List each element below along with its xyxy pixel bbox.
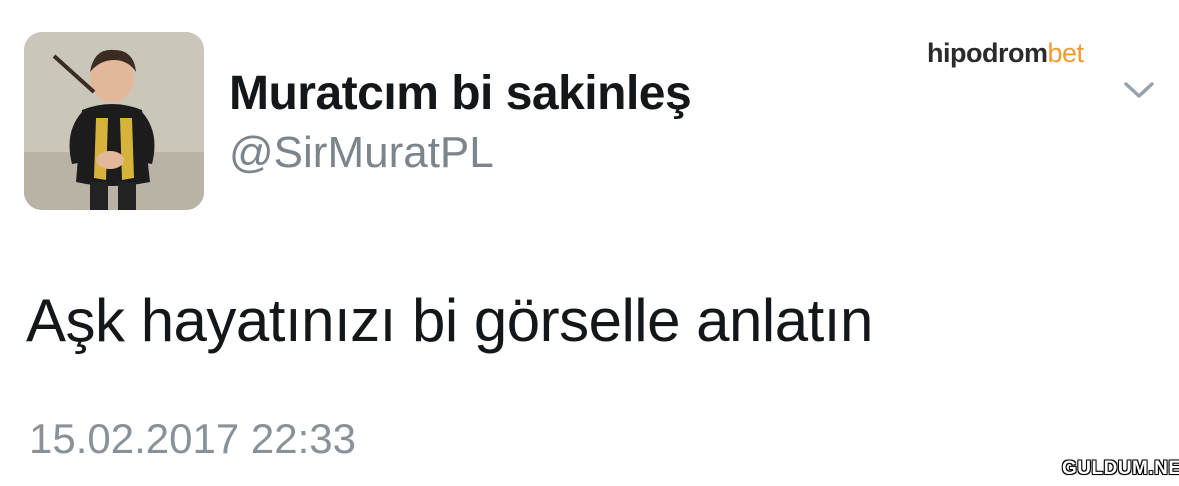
user-handle[interactable]: @SirMuratPL [229, 128, 494, 178]
brand-watermark-accent: bet [1047, 38, 1084, 68]
tweet-timestamp[interactable]: 15.02.2017 22:33 [29, 415, 356, 463]
display-name[interactable]: Muratcım bi sakinleş [229, 66, 692, 121]
avatar[interactable] [24, 32, 204, 210]
site-watermark: GULDUM.NET [1062, 458, 1179, 479]
chevron-down-icon[interactable] [1121, 77, 1157, 103]
brand-watermark: hipodrombet [927, 38, 1084, 69]
avatar-photo [24, 32, 204, 210]
tweet-card: Muratcım bi sakinleş @SirMuratPL hipodro… [0, 0, 1179, 486]
brand-watermark-primary: hipodrom [927, 38, 1048, 68]
tweet-text: Aşk hayatınızı bi görselle anlatın [26, 287, 873, 354]
